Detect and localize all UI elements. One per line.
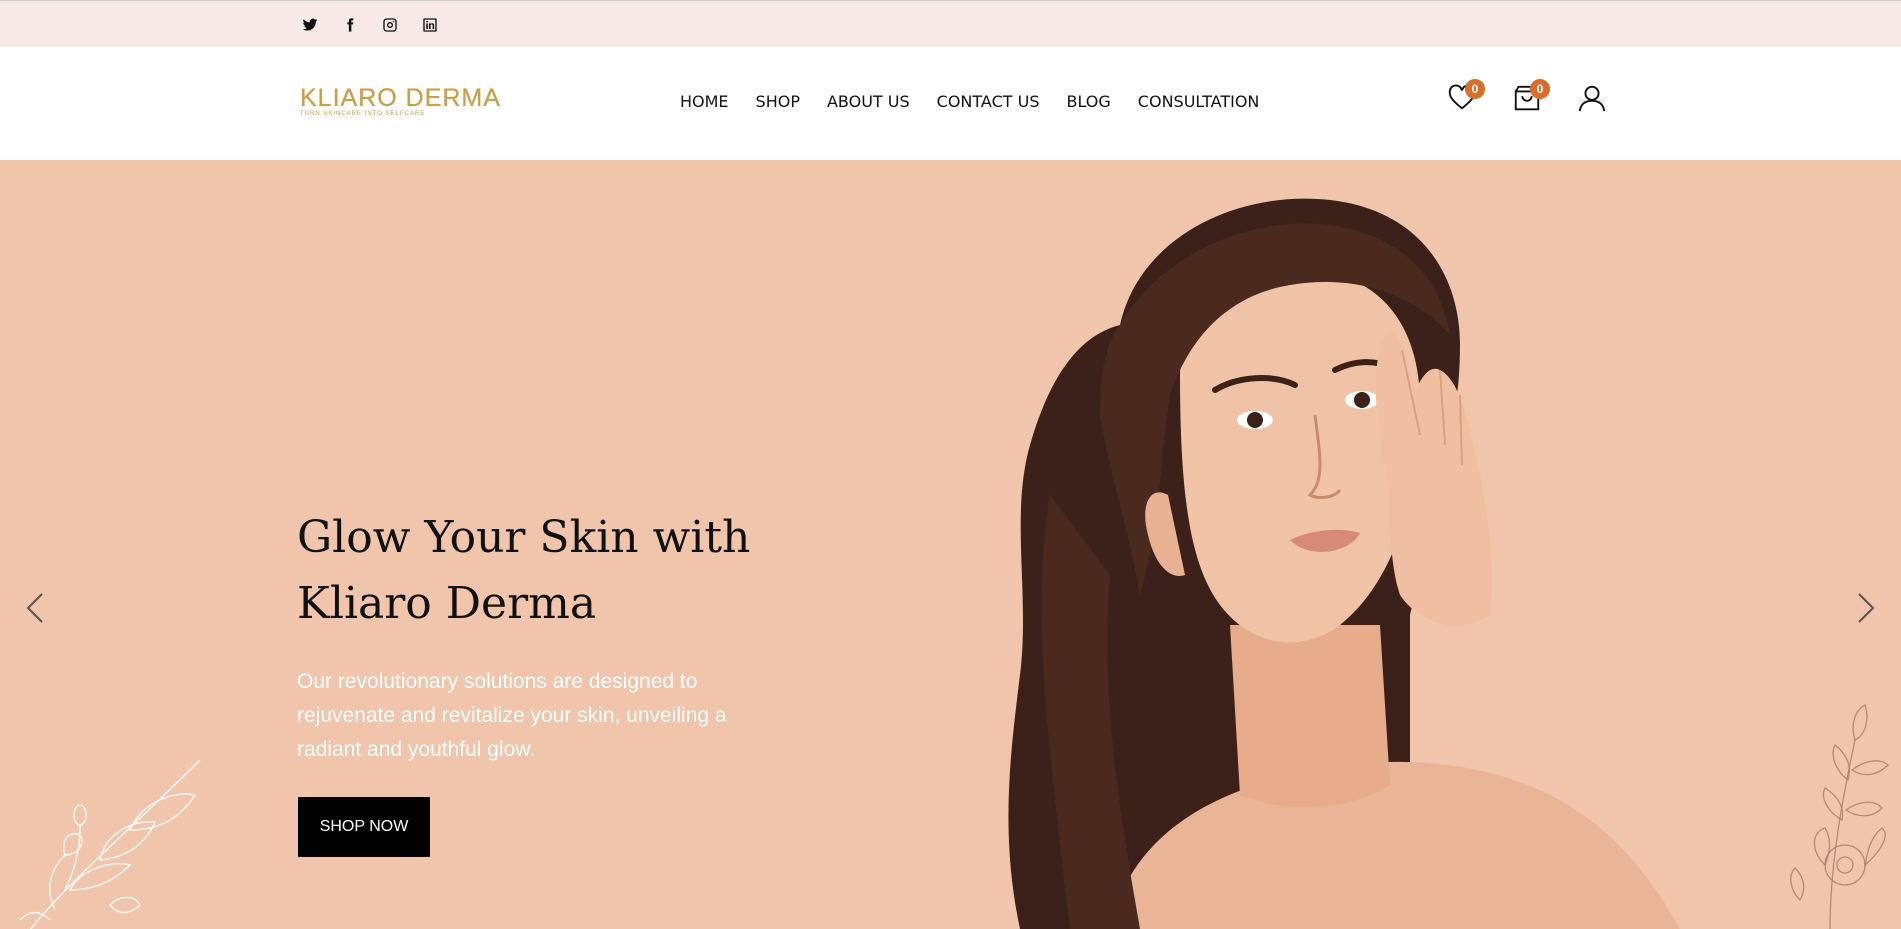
facebook-link[interactable] (330, 14, 370, 36)
twitter-icon (302, 18, 318, 31)
logo-text: KLIARO DERMA (300, 84, 501, 112)
chevron-left-icon (26, 593, 43, 623)
wishlist-count-badge: 0 (1465, 79, 1485, 99)
user-icon (1578, 85, 1606, 112)
hero-model-image (1008, 198, 1680, 929)
instagram-icon (383, 18, 397, 32)
nav-consultation[interactable]: CONSULTATION (1138, 92, 1260, 112)
nav-shop[interactable]: SHOP (756, 92, 800, 112)
header-actions: 0 0 (1447, 79, 1617, 123)
nav-home[interactable]: HOME (680, 92, 729, 112)
hero-description: Our revolutionary solutions are designed… (297, 670, 727, 761)
site-logo[interactable]: KLIARO DERMA TURN SKINCARE INTO SELFCARE (300, 85, 505, 129)
cart-button[interactable]: 0 (1512, 79, 1550, 119)
facebook-icon (347, 18, 354, 32)
nav-blog[interactable]: BLOG (1066, 92, 1110, 112)
floral-decoration-left-icon (19, 760, 201, 929)
nav-about-us[interactable]: ABOUT US (827, 92, 910, 112)
cart-count-badge: 0 (1530, 79, 1550, 99)
instagram-link[interactable] (370, 14, 410, 36)
chevron-right-icon (1858, 593, 1875, 623)
slider-prev-button[interactable] (20, 588, 50, 628)
shop-now-button[interactable]: SHOP NOW (298, 797, 430, 857)
wishlist-button[interactable]: 0 (1447, 79, 1485, 119)
twitter-link[interactable] (290, 14, 330, 36)
site-header: KLIARO DERMA TURN SKINCARE INTO SELFCARE… (0, 47, 1901, 160)
slider-next-button[interactable] (1851, 588, 1881, 628)
floral-decoration-right-icon (1790, 704, 1889, 929)
hero-title-line1: Glow Your Skin with (297, 512, 751, 563)
social-links (290, 14, 450, 36)
hero-title-line2: Kliaro Derma (297, 578, 597, 629)
hero-title: Glow Your Skin with Kliaro Derma (297, 505, 817, 637)
nav-contact-us[interactable]: CONTACT US (937, 92, 1040, 112)
social-topbar (0, 0, 1901, 47)
linkedin-link[interactable] (410, 14, 450, 36)
main-nav: HOME SHOP ABOUT US CONTACT US BLOG CONSU… (680, 92, 1286, 112)
account-button[interactable] (1577, 83, 1613, 119)
hero-slider: Glow Your Skin with Kliaro Derma Our rev… (0, 160, 1901, 929)
linkedin-icon (423, 18, 437, 32)
